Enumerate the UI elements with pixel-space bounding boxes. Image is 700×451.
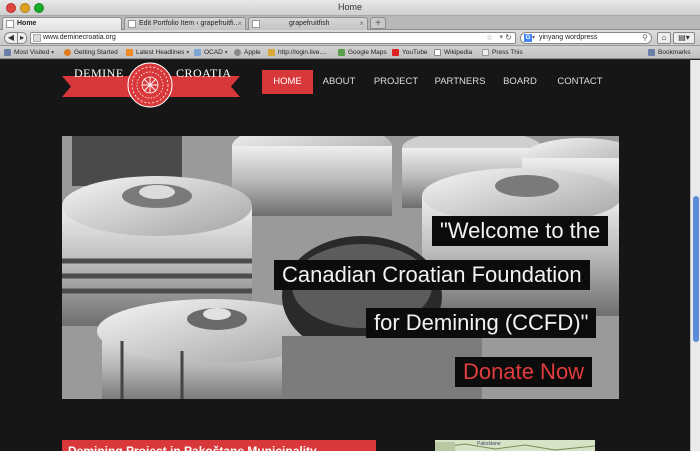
feed-menu-button[interactable]: ▤▾ xyxy=(673,32,695,44)
bookmark-star-icon[interactable]: ☆ xyxy=(486,33,493,43)
folder-icon xyxy=(194,49,201,56)
close-tab-icon[interactable]: × xyxy=(359,19,364,28)
google-icon[interactable]: G xyxy=(524,34,532,42)
map-image xyxy=(435,442,595,451)
scrollbar-thumb[interactable] xyxy=(693,196,699,342)
site-logo[interactable]: DEMINE CROATIA xyxy=(62,62,240,108)
nav-about[interactable]: ABOUT xyxy=(319,70,359,94)
nav-contact[interactable]: CONTACT xyxy=(554,70,606,94)
forward-button[interactable]: ▸ xyxy=(17,32,27,44)
bookmark-label: Google Maps xyxy=(348,49,387,56)
bookmark-label: Most Visited xyxy=(14,49,50,56)
hero-foundation-line: Canadian Croatian Foundation xyxy=(274,260,590,290)
bookmark-getting-started[interactable]: Getting Started xyxy=(64,47,118,58)
tab-grapefruitfish[interactable]: grapefruitfish × xyxy=(248,17,368,30)
search-input[interactable]: G ▾ yinyang wordpress ⚲ xyxy=(520,32,652,44)
window-title: Home xyxy=(337,2,362,12)
bookmarks-menu-label: Bookmarks xyxy=(658,49,691,56)
youtube-icon xyxy=(392,49,399,56)
project-section-title[interactable]: Demining Project in Pakoštane Municipali… xyxy=(62,440,376,451)
logo-text-demine: DEMINE xyxy=(74,66,124,80)
bookmark-label: Wikipedia xyxy=(444,49,473,56)
history-dropdown-icon[interactable]: ▾ xyxy=(499,33,503,43)
window-titlebar: Home xyxy=(0,0,700,16)
donate-now-button[interactable]: Donate Now xyxy=(455,357,593,387)
bookmark-label: http://login.live.... xyxy=(278,49,327,56)
hero-welcome-line: "Welcome to the xyxy=(432,216,609,246)
tab-label: Home xyxy=(17,20,37,27)
url-bar[interactable]: www.deminecroatia.org ☆ ▾ ↻ xyxy=(30,32,516,44)
new-tab-button[interactable]: + xyxy=(370,17,386,29)
page-icon xyxy=(252,20,260,28)
page-icon xyxy=(482,49,489,56)
navigation-toolbar: ◀ ▸ www.deminecroatia.org ☆ ▾ ↻ G ▾ yiny… xyxy=(0,30,700,46)
bookmark-youtube[interactable]: YouTube xyxy=(392,47,428,58)
bookmark-ocad[interactable]: OCAD ▾ xyxy=(194,47,228,58)
map-place-label: Pakoštane xyxy=(477,441,501,447)
bookmarks-icon xyxy=(4,49,11,56)
croatian-checkerboard-emblem-icon xyxy=(127,62,173,108)
search-magnifier-icon[interactable]: ⚲ xyxy=(642,33,648,43)
bookmark-label: Press This xyxy=(492,49,523,56)
bookmark-label: OCAD xyxy=(204,49,223,56)
close-tab-icon[interactable]: × xyxy=(237,19,242,28)
bookmarks-icon xyxy=(648,49,655,56)
bookmark-most-visited[interactable]: Most Visited ▾ xyxy=(4,47,54,58)
bookmark-label: Latest Headlines xyxy=(136,49,185,56)
web-page: DEMINE CROATIA HOME ABOUT PROJECT PARTNE… xyxy=(0,60,690,451)
page-icon xyxy=(128,20,136,28)
tab-label: Edit Portfolio Item ‹ grapefruitfi... xyxy=(139,20,240,27)
tab-label: grapefruitfish xyxy=(289,20,330,27)
tab-home[interactable]: Home xyxy=(2,17,122,30)
page-scrollbar[interactable] xyxy=(690,60,700,451)
reload-icon[interactable]: ↻ xyxy=(505,33,512,43)
wikipedia-icon xyxy=(434,49,441,56)
tab-bar: Home Edit Portfolio Item ‹ grapefruitfi.… xyxy=(0,16,700,30)
firefox-icon xyxy=(64,49,71,56)
tab-edit-portfolio[interactable]: Edit Portfolio Item ‹ grapefruitfi... × xyxy=(124,17,246,30)
project-map-thumbnail[interactable]: Pakoštane xyxy=(435,440,595,451)
page-icon xyxy=(6,20,14,28)
bookmark-login-live[interactable]: http://login.live.... xyxy=(268,47,327,58)
live-icon xyxy=(268,49,275,56)
search-text: yinyang wordpress xyxy=(539,34,598,41)
bookmarks-toolbar: Most Visited ▾ Getting Started Latest He… xyxy=(0,46,700,59)
bookmark-label: Apple xyxy=(244,49,261,56)
bookmark-apple[interactable]: Apple xyxy=(234,47,261,58)
bookmark-press-this[interactable]: Press This xyxy=(482,47,523,58)
nav-home[interactable]: HOME xyxy=(262,70,313,94)
search-engine-dropdown-icon[interactable]: ▾ xyxy=(532,33,535,43)
nav-partners[interactable]: PARTNERS xyxy=(434,70,486,94)
home-button[interactable]: ⌂ xyxy=(657,32,671,44)
bookmark-latest-headlines[interactable]: Latest Headlines ▾ xyxy=(126,47,189,58)
logo-text-croatia: CROATIA xyxy=(176,66,232,80)
hero-banner: "Welcome to the Canadian Croatian Founda… xyxy=(62,136,619,399)
rss-icon xyxy=(126,49,133,56)
maps-icon xyxy=(338,49,345,56)
apple-icon xyxy=(234,49,241,56)
nav-project[interactable]: PROJECT xyxy=(372,70,420,94)
site-identity-icon[interactable] xyxy=(33,34,41,42)
back-button[interactable]: ◀ xyxy=(4,32,18,44)
bookmark-label: YouTube xyxy=(402,49,428,56)
url-text: www.deminecroatia.org xyxy=(43,34,116,41)
bookmarks-menu[interactable]: Bookmarks xyxy=(648,47,691,58)
nav-board[interactable]: BOARD xyxy=(500,70,540,94)
bookmark-google-maps[interactable]: Google Maps xyxy=(338,47,387,58)
bookmark-wikipedia[interactable]: Wikipedia xyxy=(434,47,472,58)
hero-ccfd-line: for Demining (CCFD)" xyxy=(366,308,597,338)
bookmark-label: Getting Started xyxy=(74,49,118,56)
